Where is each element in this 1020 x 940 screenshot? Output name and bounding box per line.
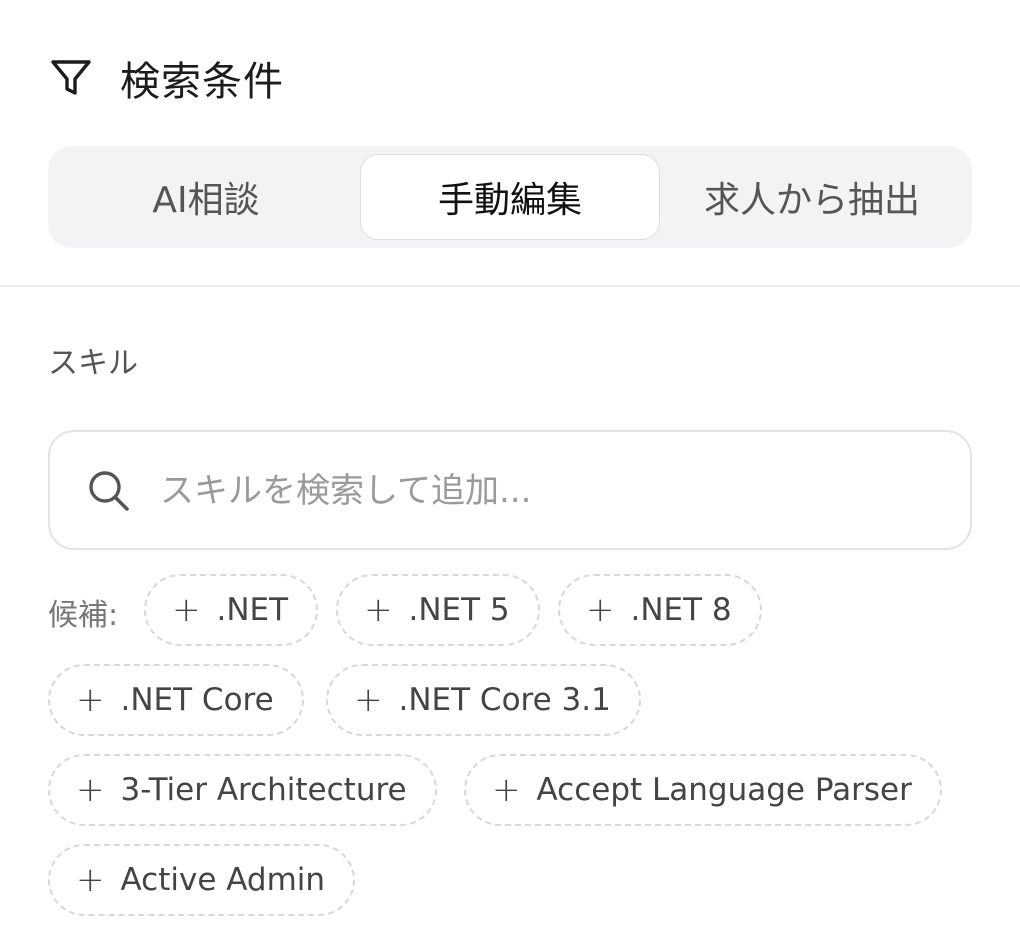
- tab-ai-consult[interactable]: AI相談: [56, 154, 356, 240]
- suggestion-chip[interactable]: + .NET Core 3.1: [326, 664, 641, 736]
- panel-header: 検索条件: [48, 50, 284, 106]
- suggestion-chip[interactable]: + .NET 5: [336, 574, 540, 646]
- suggestions-label: 候補:: [48, 598, 119, 633]
- suggestion-chip[interactable]: + .NET: [144, 574, 319, 646]
- tab-extract-from-job[interactable]: 求人から抽出: [662, 154, 962, 240]
- skills-label: スキル: [48, 346, 138, 381]
- suggestion-chip[interactable]: + .NET Core: [48, 664, 304, 736]
- chip-label: .NET 8: [630, 592, 732, 628]
- plus-icon: +: [76, 860, 105, 900]
- suggestion-chip[interactable]: + Active Admin: [48, 844, 356, 916]
- plus-icon: +: [172, 590, 201, 630]
- plus-icon: +: [354, 680, 383, 720]
- panel-title: 検索条件: [120, 59, 284, 105]
- plus-icon: +: [586, 590, 615, 630]
- plus-icon: +: [364, 590, 393, 630]
- suggestion-chip[interactable]: + .NET 8: [558, 574, 762, 646]
- suggestion-chip[interactable]: + 3-Tier Architecture: [48, 754, 437, 826]
- skill-search-box[interactable]: [48, 430, 972, 550]
- chip-label: .NET Core 3.1: [398, 682, 611, 718]
- tab-manual-edit[interactable]: 手動編集: [360, 154, 660, 240]
- chip-label: .NET Core: [120, 682, 274, 718]
- mode-tabs: AI相談 手動編集 求人から抽出: [48, 146, 972, 248]
- chip-label: Active Admin: [120, 862, 326, 898]
- filter-icon: [48, 55, 94, 101]
- plus-icon: +: [76, 680, 105, 720]
- plus-icon: +: [76, 770, 105, 810]
- divider: [0, 285, 1020, 287]
- skill-search-input[interactable]: [158, 452, 942, 530]
- chip-label: 3-Tier Architecture: [120, 772, 407, 808]
- search-conditions-panel: 検索条件 AI相談 手動編集 求人から抽出 スキル 候補: + .NET + .…: [0, 0, 1020, 940]
- chip-label: Accept Language Parser: [536, 772, 912, 808]
- suggestion-chip[interactable]: + Accept Language Parser: [464, 754, 942, 826]
- chip-label: .NET: [216, 592, 289, 628]
- chip-label: .NET 5: [408, 592, 510, 628]
- plus-icon: +: [492, 770, 521, 810]
- search-icon: [86, 468, 132, 514]
